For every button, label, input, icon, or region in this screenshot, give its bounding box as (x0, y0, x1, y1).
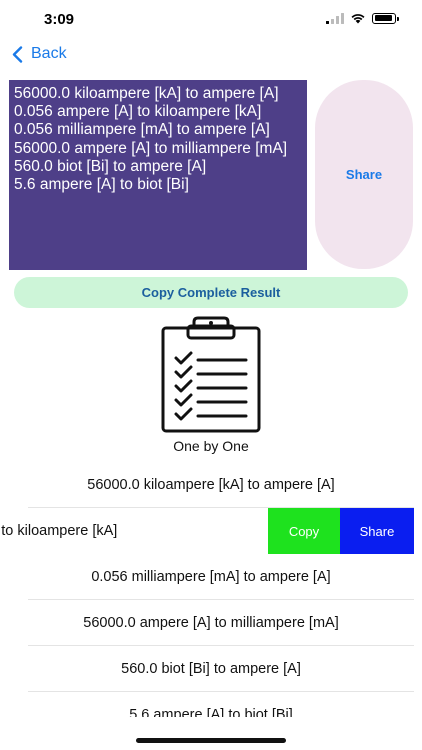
list-item-text: 56000.0 ampere [A] to milliampere [mA] (83, 615, 339, 631)
list-item[interactable]: 5.6 ampere [A] to biot [Bi] (0, 692, 422, 717)
copy-complete-result-button[interactable]: Copy Complete Result (14, 277, 408, 308)
signal-icon (326, 12, 344, 24)
result-line: 560.0 biot [Bi] to ampere [A] (14, 157, 207, 175)
copy-row-button[interactable]: Copy (268, 508, 340, 554)
result-list[interactable]: 56000.0 kiloampere [kA] to ampere [A] 0.… (0, 462, 422, 717)
result-line: 56000.0 kiloampere [kA] to ampere [A] (14, 85, 279, 102)
back-label: Back (31, 45, 67, 62)
share-row-button[interactable]: Share (340, 508, 414, 554)
battery-icon (372, 12, 399, 24)
list-item-text: 56000.0 kiloampere [kA] to ampere [A] (87, 477, 335, 493)
status-bar: 3:09 (0, 0, 422, 40)
list-item-text: 0.056 milliampere [mA] to ampere [A] (91, 569, 331, 585)
back-button[interactable]: Back (12, 45, 67, 63)
list-item[interactable]: 560.0 biot [Bi] to ampere [A] (0, 646, 422, 692)
result-line: 5.6 ampere [A] to biot [Bi] (14, 176, 189, 194)
result-line: 0.056 ampere [A] to kiloampere [kA] (14, 103, 262, 121)
wifi-icon (351, 14, 365, 24)
status-icons (326, 12, 399, 24)
result-text-box[interactable]: 56000.0 kiloampere [kA] to ampere [A] 0.… (9, 80, 307, 270)
list-item-text: 5.6 ampere [A] to biot [Bi] (129, 707, 293, 717)
status-time: 3:09 (44, 11, 75, 28)
list-item[interactable]: 0.056 milliampere [mA] to ampere [A] (0, 554, 422, 600)
share-button[interactable]: Share (315, 80, 413, 269)
result-line: 0.056 milliampere [mA] to ampere [A] (14, 121, 270, 139)
result-line: 56000.0 ampere [A] to milliampere [mA] (14, 139, 288, 157)
one-by-one-label: One by One (173, 438, 249, 454)
clipboard-checklist-icon (161, 316, 261, 433)
list-item-text: 0.056 ampere [A] to kiloampere [kA] (0, 523, 118, 539)
home-indicator[interactable] (136, 738, 286, 743)
chevron-left-icon (12, 45, 23, 63)
list-item[interactable]: 56000.0 kiloampere [kA] to ampere [A] (0, 462, 422, 508)
list-item[interactable]: 56000.0 ampere [A] to milliampere [mA] (0, 600, 422, 646)
list-item-swiped[interactable]: 0.056 ampere [A] to kiloampere [kA] Copy… (0, 508, 422, 554)
list-item-text: 560.0 biot [Bi] to ampere [A] (121, 661, 301, 677)
